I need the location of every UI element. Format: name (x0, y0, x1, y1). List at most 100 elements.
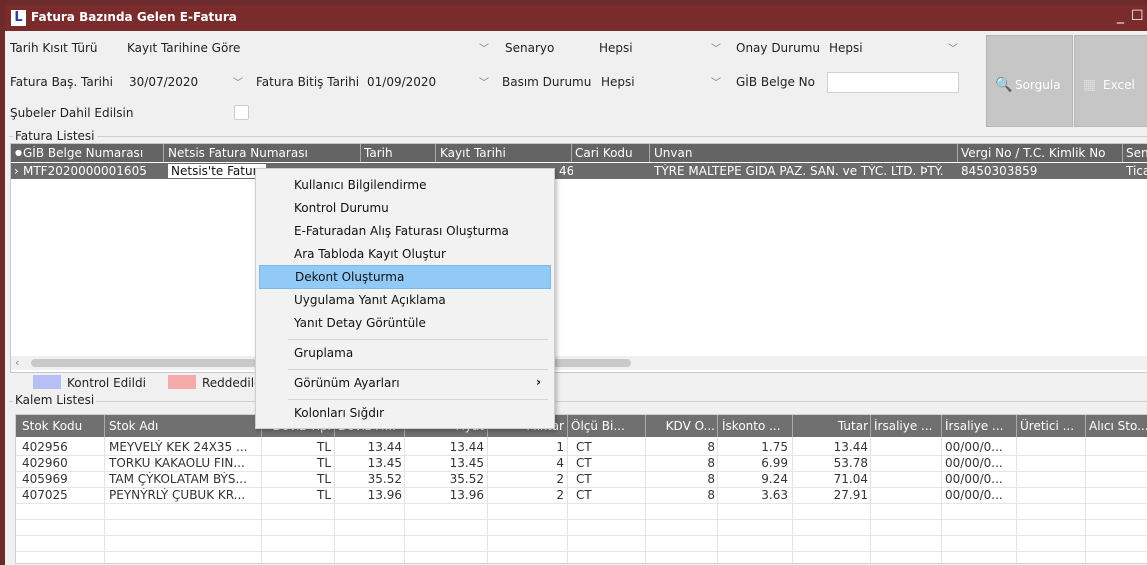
onay-durumu-label: Onay Durumu (736, 41, 820, 55)
excel-button[interactable]: ▦ Excel (1074, 35, 1147, 127)
menu-item-label: Ara Tabloda Kayıt Oluştur (294, 247, 446, 261)
excel-label: Excel (1103, 78, 1135, 92)
fatura-horizontal-scrollbar[interactable]: ‹ (11, 356, 1147, 370)
cell-stok-adi: TORKU KAKAOLU FIN... (109, 456, 245, 470)
fatura-grid: ● GİB Belge Numarası Netsis Fatura Numar… (10, 143, 1147, 373)
col-gib-belge-no[interactable]: GİB Belge Numarası (23, 146, 163, 160)
cell-stok-adi: MEYVELÝ KEK 24X35 ... (109, 440, 248, 454)
tarih-kisit-turu-dropdown[interactable]: Kayıt Tarihine Göre ﹀ (123, 38, 491, 58)
menu-item-kullanici-bilgilendirme[interactable]: Kullanıcı Bilgilendirme (259, 174, 549, 196)
menu-item-uygulama-yanit-aciklama[interactable]: Uygulama Yanıt Açıklama (259, 289, 549, 311)
maximize-button[interactable]: ☐ (1131, 8, 1144, 24)
kalem-grid: Stok Kodu Stok Adı Döviz Tipi Döviz Fi..… (15, 414, 1147, 564)
chevron-down-icon: ﹀ (479, 78, 489, 89)
col-iskonto[interactable]: İskonto ... (722, 419, 790, 433)
minimize-button[interactable]: _ (1117, 8, 1124, 24)
cell-miktar: 1 (556, 440, 564, 454)
col-gridline (941, 437, 942, 563)
col-stok-kodu[interactable]: Stok Kodu (22, 419, 102, 433)
cell-doviz-fiyat: 13.44 (367, 440, 402, 454)
onay-durumu-value: Hepsi (829, 41, 863, 55)
col-separator (870, 415, 871, 437)
sorgula-button[interactable]: 🔍 Sorgula (986, 35, 1073, 127)
col-separator (360, 144, 361, 162)
col-senaryo[interactable]: Sena (1126, 146, 1147, 160)
col-tarih[interactable]: Tarih (364, 146, 434, 160)
col-cari-kodu[interactable]: Cari Kodu (575, 146, 647, 160)
cell-kdv-orani: 8 (707, 440, 715, 454)
col-irsaliye-no[interactable]: İrsaliye ... (874, 419, 940, 433)
col-separator (1016, 415, 1017, 437)
cell-irsaliye-tarihi: 00/00/0... (945, 440, 1003, 454)
cell-gib-belge-no: MTF2020000001605 (23, 164, 147, 178)
table-row[interactable]: 407025 PEYNÝRLÝ ÇUBUK KR... TL 13.96 13.… (16, 488, 1147, 504)
col-separator (717, 415, 718, 437)
menu-item-label: Kontrol Durumu (294, 201, 389, 215)
col-stok-adi[interactable]: Stok Adı (109, 419, 259, 433)
col-alici-stok[interactable]: Alıcı Sto... (1089, 419, 1147, 433)
fatura-listesi-title: Fatura Listesi (13, 129, 97, 143)
cell-miktar: 2 (556, 488, 564, 502)
table-row[interactable]: 402960 TORKU KAKAOLU FIN... TL 13.45 13.… (16, 456, 1147, 472)
menu-item-dekont-olusturma[interactable]: Dekont Oluşturma (259, 265, 551, 289)
onay-durumu-dropdown[interactable]: Hepsi ﹀ (825, 38, 960, 58)
submenu-arrow-icon: › (536, 375, 541, 389)
cell-tutar: 27.91 (833, 488, 868, 502)
fatura-bitis-tarihi-picker[interactable]: 01/09/2020 ﹀ (363, 72, 491, 92)
subeler-dahil-label: Şubeler Dahil Edilsin (10, 106, 134, 120)
col-olcu-birimi[interactable]: Ölçü Bi... (571, 419, 643, 433)
subeler-dahil-checkbox[interactable] (234, 105, 249, 120)
cell-fiyat: 13.96 (449, 488, 484, 502)
menu-item-yanit-detay-goruntule[interactable]: Yanıt Detay Görüntüle (259, 312, 549, 334)
reddedildi-swatch (168, 375, 196, 389)
col-vergi-no[interactable]: Vergi No / T.C. Kimlik No (961, 146, 1119, 160)
cell-miktar: 2 (556, 472, 564, 486)
cell-doviz-tipi: TL (316, 456, 331, 470)
table-row[interactable]: 402956 MEYVELÝ KEK 24X35 ... TL 13.44 13… (16, 440, 1147, 456)
col-irsaliye-tarihi[interactable]: İrsaliye ... (945, 419, 1013, 433)
menu-separator (288, 369, 548, 370)
kontrol-edildi-swatch (33, 375, 61, 389)
cell-iskonto: 9.24 (761, 472, 788, 486)
cell-fiyat: 13.44 (449, 440, 484, 454)
col-gridline (870, 437, 871, 563)
menu-item-gruplama[interactable]: Gruplama (259, 342, 549, 364)
row-indicator-icon: ● (15, 148, 22, 157)
col-gridline (404, 437, 405, 563)
gib-belge-no-input[interactable] (827, 72, 959, 93)
chevron-down-icon: ﹀ (711, 44, 721, 55)
col-gridline (1085, 437, 1086, 563)
col-tutar[interactable]: Tutar (796, 419, 868, 433)
col-netsis-fatura-no[interactable]: Netsis Fatura Numarası (168, 146, 358, 160)
title-bar: L Fatura Bazında Gelen E-Fatura _ ☐ (5, 5, 1147, 31)
menu-item-gorunum-ayarlari[interactable]: Görünüm Ayarları › (259, 372, 549, 394)
fatura-bas-tarihi-picker[interactable]: 30/07/2020 ﹀ (125, 72, 245, 92)
menu-item-kolonlari-sigdir[interactable]: Kolonları Sığdır (259, 402, 549, 424)
col-separator (163, 144, 164, 162)
basim-durumu-dropdown[interactable]: Hepsi ﹀ (597, 72, 723, 92)
scroll-left-icon[interactable]: ‹ (15, 356, 19, 369)
cell-kdv-orani: 8 (707, 456, 715, 470)
fatura-bas-tarihi-value: 30/07/2020 (129, 75, 199, 89)
fatura-row[interactable]: › MTF2020000001605 Netsis'te Fatura 46 T… (11, 163, 1147, 179)
senaryo-dropdown[interactable]: Hepsi ﹀ (595, 38, 723, 58)
col-uretici[interactable]: Üretici ... (1020, 419, 1082, 433)
col-gridline (261, 437, 262, 563)
cell-senaryo: Ticar (1126, 164, 1147, 178)
menu-item-kontrol-durumu[interactable]: Kontrol Durumu (259, 197, 549, 219)
cell-stok-kodu: 407025 (22, 488, 68, 502)
col-kayit-tarihi[interactable]: Kayıt Tarihi (440, 146, 570, 160)
cell-olcu-birimi: CT (576, 456, 592, 470)
menu-item-alis-faturasi-olustur[interactable]: E-Faturadan Alış Faturası Oluşturma (259, 220, 549, 242)
table-row[interactable]: 405969 TAM ÇÝKOLATAM BÝS... TL 35.52 35.… (16, 472, 1147, 488)
menu-item-ara-tablo-kayit[interactable]: Ara Tabloda Kayıt Oluştur (259, 243, 549, 265)
cell-doviz-fiyat: 35.52 (367, 472, 402, 486)
col-unvan[interactable]: Unvan (654, 146, 954, 160)
cell-tutar: 53.78 (833, 456, 868, 470)
menu-item-label: Uygulama Yanıt Açıklama (294, 293, 446, 307)
cell-netsis-fatura-no[interactable]: Netsis'te Fatura (168, 164, 266, 178)
col-separator (571, 144, 572, 162)
col-separator (435, 144, 436, 162)
col-separator (1085, 415, 1086, 437)
col-kdv-orani[interactable]: KDV O... (649, 419, 715, 433)
